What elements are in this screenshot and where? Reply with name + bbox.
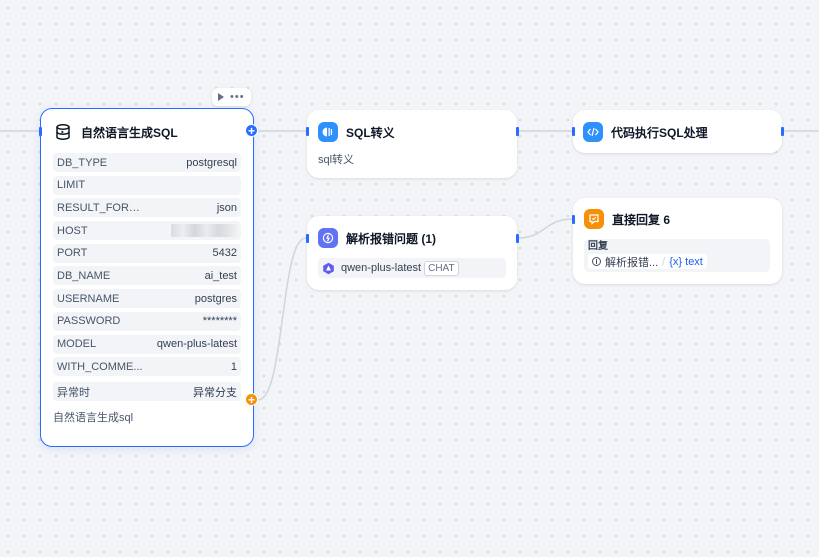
add-exception-node-button[interactable]: + [245,393,258,406]
node-title: SQL转义 [346,125,395,140]
nl-sql-input-handle[interactable] [39,127,42,136]
model-selector[interactable]: qwen-plus-latest CHAT [318,258,506,278]
param-row-limit: LIMIT [53,175,241,195]
llm-ref-icon [592,257,601,266]
ref-separator: / [662,255,666,268]
param-value: json [216,201,237,214]
reply-icon [584,209,604,229]
param-key: HOST [57,224,88,237]
param-key: PASSWORD [57,315,121,328]
play-icon[interactable] [218,93,224,101]
add-next-node-button[interactable]: + [245,124,258,137]
param-row-model: MODEL qwen-plus-latest [53,334,241,354]
node-header: 代码执行SQL处理 [583,121,770,143]
node-code-exec[interactable]: 代码执行SQL处理 [573,110,782,153]
param-row-password: PASSWORD ******** [53,311,241,331]
code-exec-output-handle[interactable] [781,127,784,136]
code-icon [583,122,603,142]
param-key: PORT [57,247,88,260]
model-name: qwen-plus-latest [341,262,422,274]
param-value: 1 [230,360,237,373]
param-row-with-comments: WITH_COMME... 1 [53,357,241,377]
param-key: DB_TYPE [57,156,108,169]
node-parse-error[interactable]: 解析报错问题 (1) qwen-plus-latest CHAT [307,216,517,290]
param-value: postgresql [186,156,237,169]
redacted-value [171,224,237,238]
qwen-model-icon [322,262,335,275]
sql-escape-input-handle[interactable] [306,127,309,136]
node-title: 直接回复 6 [612,212,671,227]
variable-reference[interactable]: 解析报错... / {x} text [588,254,707,269]
ref-variable: {x} text [669,255,703,268]
node-title: 自然语言生成SQL [81,125,178,140]
param-key: LIMIT [57,179,86,192]
node-title: 解析报错问题 (1) [346,231,437,246]
node-nl-to-sql[interactable]: 自然语言生成SQL DB_TYPE postgresql LIMIT RESULT… [40,108,254,447]
node-header: 解析报错问题 (1) [318,227,506,249]
node-title: 代码执行SQL处理 [611,125,708,140]
reply-label: 回复 [588,241,608,252]
param-key: WITH_COMME... [57,360,143,373]
node-sql-escape[interactable]: SQL转义 sql转义 [307,110,517,178]
model-type-tag: CHAT [424,260,459,276]
node-header: 自然语言生成SQL [53,121,241,143]
node-subtitle: sql转义 [318,154,355,166]
edge-exception-to-parse-error [257,237,307,401]
exception-row[interactable]: 异常时 异常分支 [53,382,241,402]
parse-error-input-handle[interactable] [306,234,309,243]
exception-label: 异常时 [57,386,90,399]
more-icon[interactable]: ••• [230,92,245,103]
node-header: 直接回复 6 [584,208,770,230]
exception-branch: 异常分支 [193,386,237,399]
param-row-username: USERNAME postgres [53,289,241,309]
node-direct-reply[interactable]: 直接回复 6 回复 解析报错... / {x} text [573,198,782,284]
param-list: DB_TYPE postgresql LIMIT RESULT_FORMAT jso… [53,153,241,377]
parse-error-output-handle[interactable] [516,234,519,243]
param-value: qwen-plus-latest [156,338,237,350]
param-value: ai_test [204,269,237,282]
param-key: DB_NAME [57,269,111,282]
database-icon [53,122,73,142]
edge-parse-error-to-reply [517,218,573,239]
node-header: SQL转义 [318,121,505,143]
param-value: ******** [202,315,237,328]
param-row-db-type: DB_TYPE postgresql [53,153,241,172]
param-key: MODEL [57,338,97,350]
node-description: 自然语言生成sql [53,412,134,425]
ref-node-name: 解析报错... [605,256,659,269]
reply-input-handle[interactable] [572,215,575,224]
param-row-port: PORT 5432 [53,243,241,263]
llm-icon [318,228,338,248]
reply-panel: 回复 解析报错... / {x} text [584,239,770,272]
param-row-host: HOST [53,221,241,241]
param-value: postgres [194,292,237,305]
code-exec-input-handle[interactable] [572,127,575,136]
sql-escape-output-handle[interactable] [516,127,519,136]
knowledge-icon [318,122,338,142]
param-value: 5432 [212,247,237,260]
param-row-db-name: DB_NAME ai_test [53,266,241,286]
param-key: RESULT_FORMAT [57,201,149,214]
param-key: USERNAME [57,292,120,305]
node-toolbar: ••• [212,88,251,106]
param-row-result-format: RESULT_FORMAT json [53,198,241,218]
